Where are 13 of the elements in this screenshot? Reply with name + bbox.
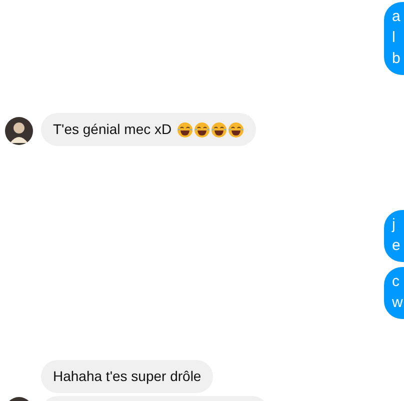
message-text: c xyxy=(392,272,400,292)
message-text: l xyxy=(392,28,396,48)
laughing-emoji-icon xyxy=(176,122,193,138)
message-text: e xyxy=(392,236,402,256)
message-text: T'es génial mec xD xyxy=(53,120,172,139)
laughing-emoji-icon xyxy=(194,122,210,138)
message-text: b xyxy=(392,49,402,69)
message-text: Hahaha t'es super drôle xyxy=(53,367,202,386)
laughing-emoji-icon xyxy=(210,122,227,138)
message-text: w xyxy=(392,293,404,313)
message-text: a xyxy=(392,7,402,27)
message-text: j xyxy=(392,215,396,235)
laughing-emoji-icon xyxy=(228,122,244,138)
